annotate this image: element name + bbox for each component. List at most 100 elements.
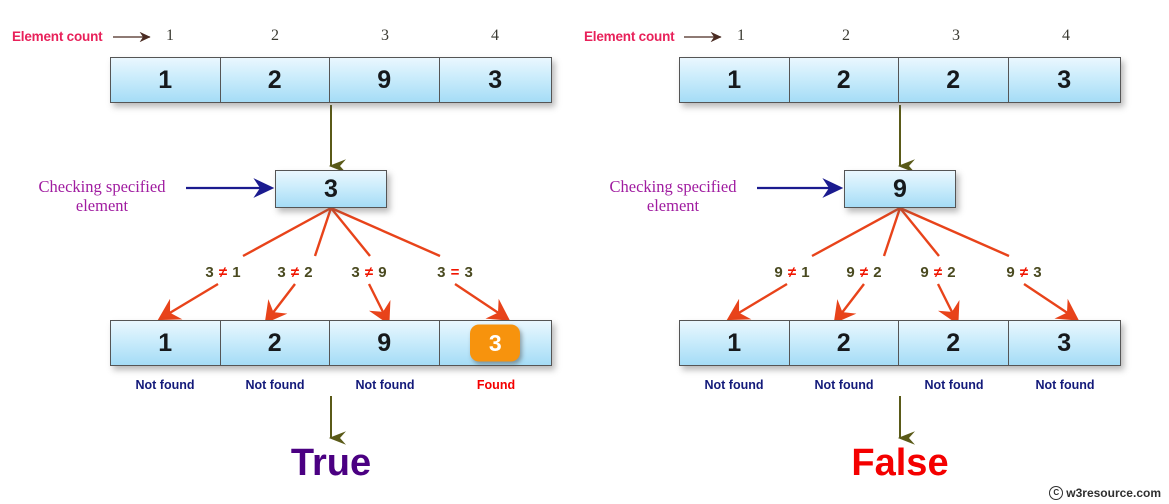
bottom-array-cell-2: 2: [790, 321, 899, 365]
checking-label-line-2: element: [75, 196, 129, 216]
fan-lower-right: [726, 282, 1079, 325]
comparison-left: 9: [846, 264, 855, 281]
result-label-3: Not found: [355, 378, 415, 392]
bottom-array-cell-3: 2: [899, 321, 1009, 365]
bottom-array-cell-3: 9: [330, 321, 440, 365]
comparison-right: 3: [1033, 264, 1042, 281]
comparison-label-4: 9 ≠ 3: [994, 264, 1054, 281]
cell-value: 2: [946, 328, 961, 357]
bottom-array: 1 2 9 3: [110, 320, 552, 366]
top-array-cell-4: 3: [1009, 58, 1120, 102]
verdict-label: True: [290, 442, 372, 484]
bottom-array-cell-2: 2: [221, 321, 330, 365]
result-label-2: Not found: [814, 378, 874, 392]
comparison-operator: ≠: [859, 264, 869, 281]
cell-value: 3: [1057, 328, 1072, 357]
comparison-label-2: 9 ≠ 2: [834, 264, 894, 281]
cell-value: 1: [158, 65, 173, 94]
comparison-label-4: 3 = 3: [425, 264, 485, 281]
comparison-operator: ≠: [290, 264, 300, 281]
count-number-2: 2: [842, 27, 850, 44]
comparison-right: 2: [947, 264, 956, 281]
comparison-operator: ≠: [218, 264, 228, 281]
comparison-right: 1: [232, 264, 241, 281]
comparison-label-3: 3 ≠ 9: [339, 264, 399, 281]
comparison-left: 3: [277, 264, 286, 281]
comparison-right: 2: [304, 264, 313, 281]
bottom-array-cell-1: 1: [111, 321, 221, 365]
result-label-1: Not found: [704, 378, 764, 392]
comparison-operator: =: [450, 264, 460, 281]
top-array: 1 2 2 3: [679, 57, 1121, 103]
cell-value: 9: [377, 328, 392, 357]
count-number-3: 3: [381, 27, 389, 44]
checking-specified-element-label: Checking specified element: [22, 177, 182, 216]
comparison-label-2: 3 ≠ 2: [265, 264, 325, 281]
search-value-box: 3: [275, 170, 387, 208]
cell-value: 3: [488, 65, 503, 94]
fan-lower-left: [157, 282, 510, 325]
element-count-label: Element count: [12, 29, 103, 44]
search-value: 3: [324, 174, 338, 203]
comparison-right: 9: [378, 264, 387, 281]
diagram-panel-left: Element count 1 2 3 4 1 2 9 3 Checking s…: [0, 0, 585, 504]
comparison-operator: ≠: [787, 264, 797, 281]
comparison-left: 3: [437, 264, 446, 281]
search-value: 9: [893, 174, 907, 203]
comparison-label-1: 9 ≠ 1: [762, 264, 822, 281]
top-array-cell-3: 2: [899, 58, 1009, 102]
comparison-left: 9: [774, 264, 783, 281]
comparison-right: 1: [801, 264, 810, 281]
verdict-label: False: [851, 442, 949, 484]
top-array-cell-1: 1: [111, 58, 221, 102]
cell-value: 2: [267, 328, 282, 357]
cell-value: 1: [158, 328, 173, 357]
comparison-left: 9: [920, 264, 929, 281]
comparison-left: 9: [1006, 264, 1015, 281]
top-array-cell-3: 9: [330, 58, 440, 102]
bottom-array-cell-1: 1: [680, 321, 790, 365]
checking-label-line-2: element: [646, 196, 700, 216]
cell-value: 2: [836, 328, 851, 357]
bottom-array-cell-4: 3: [1009, 321, 1120, 365]
cell-value: 3: [1057, 65, 1072, 94]
top-array-cell-1: 1: [680, 58, 790, 102]
top-array-cell-4: 3: [440, 58, 551, 102]
watermark: C w3resource.com: [1049, 486, 1161, 500]
bottom-array: 1 2 2 3: [679, 320, 1121, 366]
result-label-4: Found: [476, 378, 516, 392]
top-array-cell-2: 2: [790, 58, 899, 102]
comparison-left: 3: [205, 264, 214, 281]
search-value-box: 9: [844, 170, 956, 208]
cell-value: 1: [727, 65, 742, 94]
comparison-operator: ≠: [1019, 264, 1029, 281]
top-array: 1 2 9 3: [110, 57, 552, 103]
count-number-4: 4: [491, 27, 499, 44]
cell-value: 2: [267, 65, 282, 94]
result-label-3: Not found: [924, 378, 984, 392]
diagram-panel-right: Element count 1 2 3 4 1 2 2 3 Checking s…: [584, 0, 1169, 504]
count-number-2: 2: [271, 27, 279, 44]
result-label-2: Not found: [245, 378, 305, 392]
cell-value: 3: [488, 329, 502, 356]
cell-value: 2: [946, 65, 961, 94]
cell-value: 9: [377, 65, 392, 94]
top-array-cell-2: 2: [221, 58, 330, 102]
cell-value: 1: [727, 328, 742, 357]
bottom-array-cell-4-highlighted: 3: [440, 321, 551, 365]
fan-upper-right: [811, 206, 1010, 258]
fan-upper-left: [242, 206, 441, 258]
comparison-operator: ≠: [364, 264, 374, 281]
count-number-1: 1: [737, 27, 745, 44]
checking-label-line-1: Checking specified: [38, 177, 166, 196]
watermark-text: w3resource.com: [1066, 486, 1161, 500]
count-number-1: 1: [166, 27, 174, 44]
comparison-label-3: 9 ≠ 2: [908, 264, 968, 281]
comparison-label-1: 3 ≠ 1: [193, 264, 253, 281]
comparison-operator: ≠: [933, 264, 943, 281]
checking-label-line-1: Checking specified: [609, 177, 737, 196]
checking-specified-element-label: Checking specified element: [593, 177, 753, 216]
comparison-right: 3: [464, 264, 473, 281]
count-number-4: 4: [1062, 27, 1070, 44]
cell-value: 2: [836, 65, 851, 94]
